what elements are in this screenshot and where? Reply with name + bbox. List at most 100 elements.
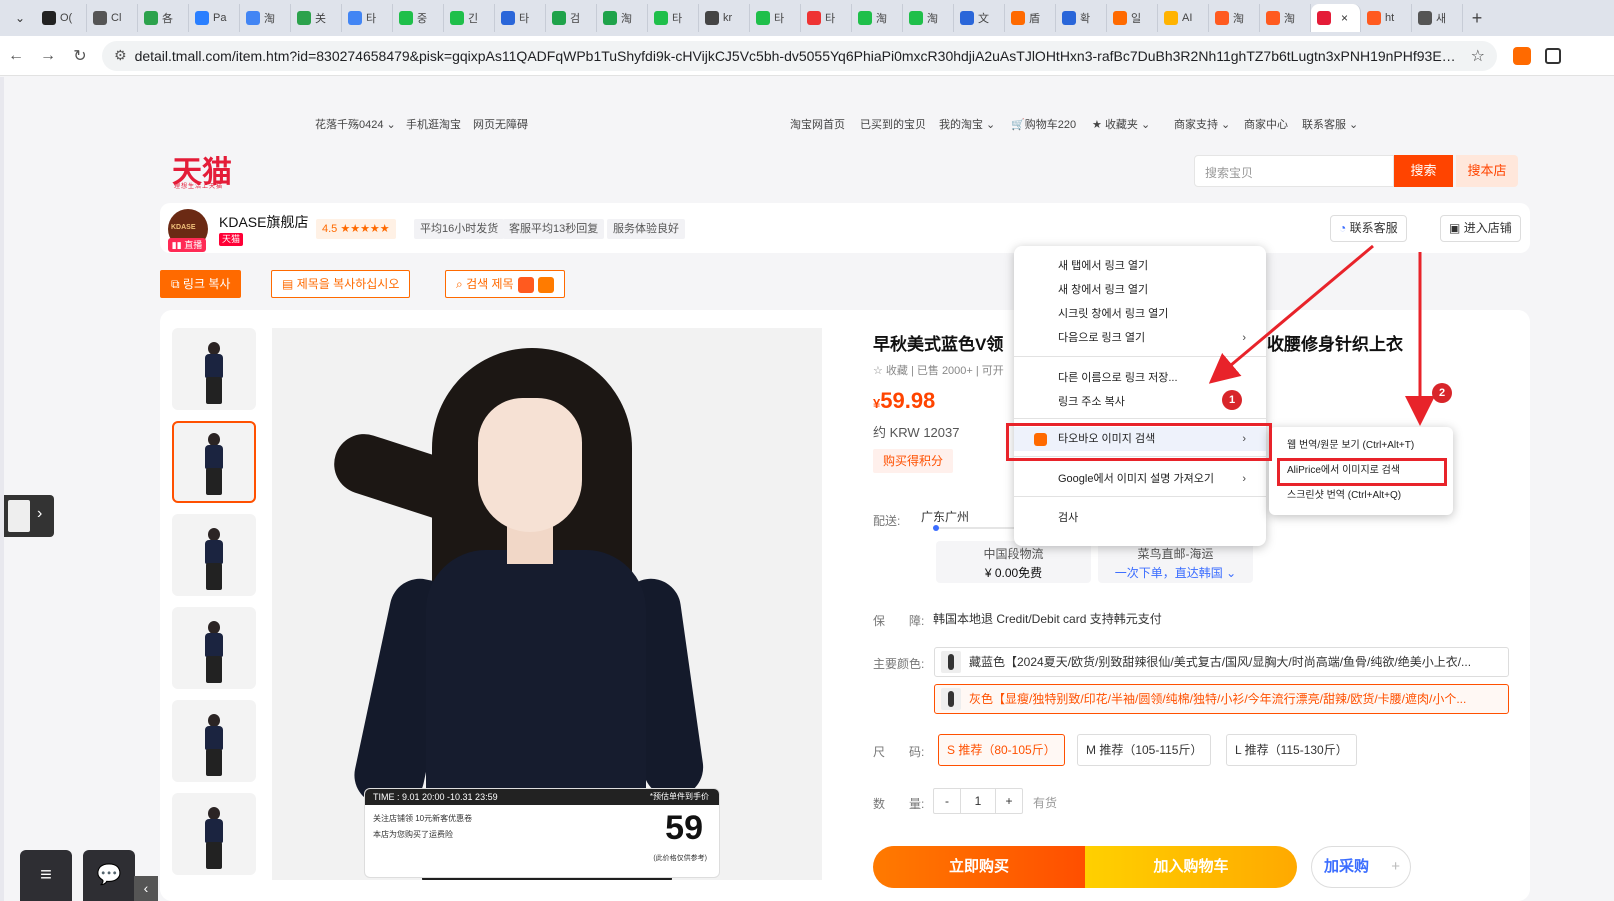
browser-tab[interactable]: kr	[699, 4, 750, 32]
shop-bar: KDASE ▮▮ 直播 KDASE旗舰店 天猫 4.5 ★★★★★ 平均16小时…	[160, 203, 1530, 253]
browser-tab[interactable]: 일	[1107, 4, 1158, 32]
browser-tab[interactable]: 淘	[903, 4, 954, 32]
qty-minus-button[interactable]: -	[934, 789, 960, 813]
extension-icon[interactable]	[1513, 46, 1531, 65]
qty-input[interactable]: 1	[960, 789, 996, 813]
collapse-arrow[interactable]: ‹	[134, 876, 158, 901]
shop-tag: 平均16小时发货	[414, 219, 505, 239]
menu-open-incognito[interactable]: 시크릿 창에서 링크 열기	[1014, 302, 1266, 326]
browser-tab[interactable]: 타	[495, 4, 546, 32]
browser-tab[interactable]: 淘	[1260, 4, 1311, 32]
browser-tab[interactable]: 淘	[1209, 4, 1260, 32]
add-purchase-button[interactable]: 加采购 +	[1311, 846, 1411, 888]
thumbnail-selected[interactable]	[172, 421, 256, 503]
browser-tab[interactable]: 타	[342, 4, 393, 32]
browser-tab[interactable]: Pa	[189, 4, 240, 32]
menu-open-new-tab[interactable]: 새 탭에서 링크 열기	[1014, 254, 1266, 278]
tab-search-button[interactable]: ⌄	[4, 5, 36, 31]
reload-icon[interactable]: ↻	[64, 46, 96, 66]
size-option[interactable]: M 推荐（105-115斤）	[1077, 734, 1212, 766]
qty-plus-button[interactable]: +	[996, 789, 1022, 813]
tab-favicon-icon	[1164, 11, 1178, 25]
search-store-button[interactable]: 搜本店	[1456, 155, 1518, 187]
tab-favicon-icon	[297, 11, 311, 25]
browser-tab[interactable]: 타	[801, 4, 852, 32]
thumbnail[interactable]	[172, 514, 256, 596]
search-input[interactable]: 搜索宝贝	[1194, 155, 1394, 187]
tab-close-icon[interactable]: ×	[1341, 11, 1348, 25]
nav-customer-service[interactable]: 联系客服 ⌄	[1302, 116, 1358, 132]
menu-open-with[interactable]: 다음으로 링크 열기 ›	[1014, 326, 1266, 350]
menu-open-new-window[interactable]: 새 창에서 링크 열기	[1014, 278, 1266, 302]
browser-tab[interactable]: 확	[1056, 4, 1107, 32]
browser-tab[interactable]: Cl	[87, 4, 138, 32]
ship-location[interactable]: 广东广州	[921, 508, 969, 525]
side-preview-tab[interactable]: ›	[4, 495, 54, 537]
site-info-icon[interactable]: ⚙	[114, 47, 127, 64]
browser-tab[interactable]: 검	[546, 4, 597, 32]
search-button[interactable]: 搜索	[1394, 155, 1453, 187]
menu-google-image-description[interactable]: Google에서 이미지 설명 가져오기 ›	[1014, 467, 1266, 491]
color-option-selected[interactable]: 灰色【显瘦/独特别致/印花/半袖/圆领/纯棉/独特/小衫/今年流行漂亮/甜辣/欧…	[934, 684, 1509, 714]
shop-name[interactable]: KDASE旗舰店	[219, 212, 308, 232]
browser-tab[interactable]: 盾	[1005, 4, 1056, 32]
browser-tab[interactable]: 文	[954, 4, 1005, 32]
nav-bought[interactable]: 已买到的宝贝	[860, 116, 926, 132]
forward-icon[interactable]: →	[32, 47, 64, 65]
thumbnail[interactable]	[172, 328, 256, 410]
extensions-puzzle-icon[interactable]	[1545, 47, 1561, 64]
browser-tab[interactable]: ht	[1361, 4, 1412, 32]
browser-tab[interactable]: 타	[750, 4, 801, 32]
ship-card-korea[interactable]: 菜鸟直邮-海运 一次下单，直达韩国 ⌄	[1098, 541, 1253, 583]
enter-shop-button[interactable]: ▣ 进入店铺	[1440, 215, 1521, 242]
browser-tab[interactable]: 중	[393, 4, 444, 32]
browser-tab[interactable]: 淘	[240, 4, 291, 32]
nav-mobile[interactable]: 手机逛淘宝	[406, 116, 461, 132]
tab-favicon-icon	[1317, 11, 1331, 25]
search-title-button[interactable]: ⌕ 검색 제목	[445, 270, 565, 298]
nav-home[interactable]: 淘宝网首页	[790, 116, 845, 132]
contact-service-button[interactable]: ◔ 联系客服	[1330, 215, 1407, 242]
thumbnail[interactable]	[172, 607, 256, 689]
submenu-screenshot-translate[interactable]: 스크린샷 번역 (Ctrl+Alt+Q)	[1269, 484, 1453, 508]
nav-merchant-center[interactable]: 商家中心	[1244, 116, 1288, 132]
size-option-selected[interactable]: S 推荐（80-105斤）	[938, 734, 1065, 766]
nav-accessible[interactable]: 网页无障碍	[473, 116, 528, 132]
browser-tab[interactable]: O(	[36, 4, 87, 32]
menu-save-link-as[interactable]: 다른 이름으로 링크 저장...	[1014, 366, 1266, 390]
back-icon[interactable]: ←	[0, 47, 32, 65]
nav-favorites[interactable]: ★ 收藏夹 ⌄	[1092, 116, 1150, 132]
browser-tab-bar: ⌄ O(Cl 各 Pa 淘 关 타 중 긴 타 검 淘 타 kr 타 타 淘 淘 文 盾 확 일 AI 淘 淘 × ht 새 +	[0, 0, 1614, 36]
submenu-web-translate[interactable]: 웹 번역/원문 보기 (Ctrl+Alt+T)	[1269, 434, 1453, 458]
menu-inspect[interactable]: 검사	[1014, 506, 1266, 530]
tmall-logo[interactable]: 天猫 理想生活上天猫	[172, 147, 234, 191]
browser-tab[interactable]: 새	[1412, 4, 1463, 32]
bookmark-star-icon[interactable]: ☆	[1471, 46, 1485, 66]
browser-tab[interactable]: AI	[1158, 4, 1209, 32]
browser-tab[interactable]: 淘	[852, 4, 903, 32]
browser-tab[interactable]: 各	[138, 4, 189, 32]
chat-float-button[interactable]: 💬	[83, 850, 135, 901]
browser-tab[interactable]: 关	[291, 4, 342, 32]
menu-float-button[interactable]: ≡	[20, 850, 72, 901]
browser-tab[interactable]: 긴	[444, 4, 495, 32]
tab-active[interactable]: ×	[1311, 4, 1361, 32]
nav-merchant-support[interactable]: 商家支持 ⌄	[1174, 116, 1230, 132]
nav-user[interactable]: 花落千殇0424 ⌄	[315, 116, 396, 132]
copy-link-button[interactable]: ⧉ 링크 복사	[160, 270, 242, 298]
copy-title-button[interactable]: ▤ 제목을 복사하십시오	[271, 270, 411, 298]
nav-my-taobao[interactable]: 我的淘宝 ⌄	[939, 116, 995, 132]
tab-favicon-icon	[1062, 11, 1076, 25]
thumbnail[interactable]	[172, 793, 256, 875]
nav-cart[interactable]: 🛒购物车220	[1011, 116, 1076, 132]
menu-divider	[1014, 496, 1266, 497]
browser-tab[interactable]: 타	[648, 4, 699, 32]
thumbnail[interactable]	[172, 700, 256, 782]
size-option[interactable]: L 推荐（115-130斤）	[1226, 734, 1357, 766]
browser-tab[interactable]: 淘	[597, 4, 648, 32]
add-to-cart-button[interactable]: 加入购物车	[1085, 846, 1297, 888]
buy-now-button[interactable]: 立即购买	[873, 846, 1085, 888]
new-tab-button[interactable]: +	[1463, 8, 1491, 29]
url-input[interactable]: ⚙ detail.tmall.com/item.htm?id=830274658…	[102, 40, 1497, 71]
color-option[interactable]: 藏蓝色【2024夏天/欧货/别致甜辣很仙/美式复古/国风/显胸大/时尚高端/鱼骨…	[934, 647, 1509, 677]
